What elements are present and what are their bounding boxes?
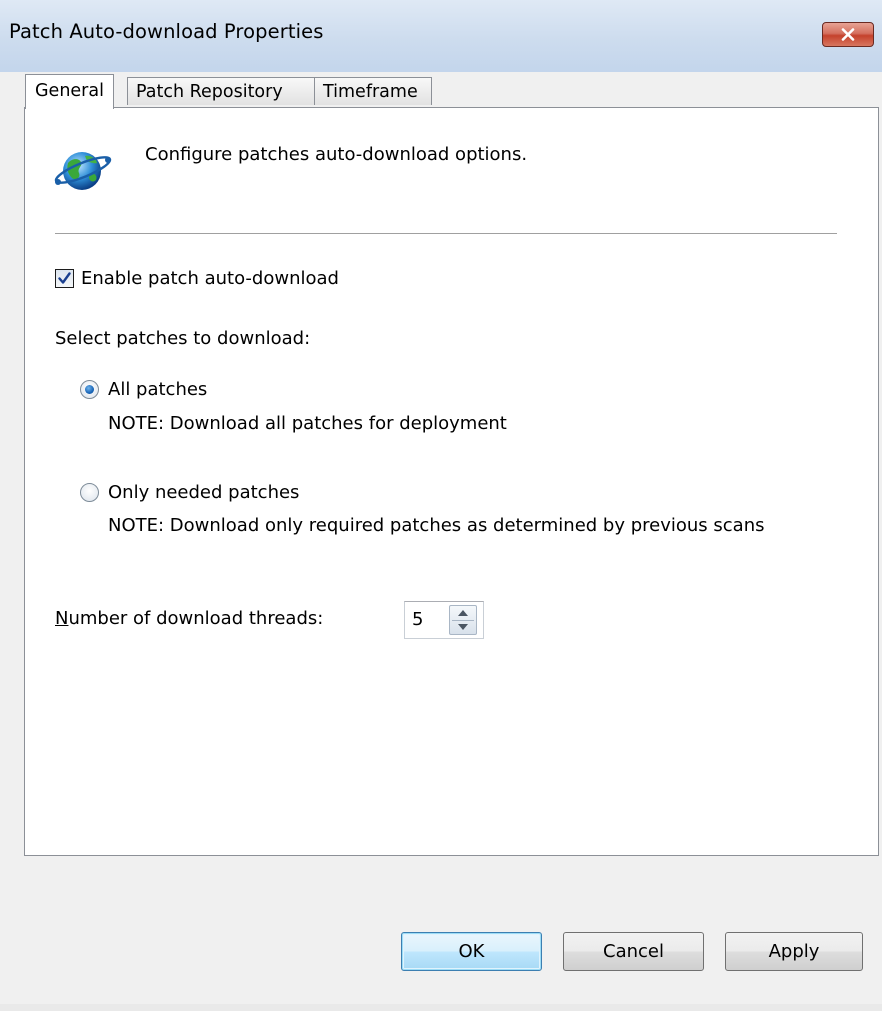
all-patches-label: All patches [108,378,208,400]
globe-network-icon [54,152,112,190]
close-button[interactable] [822,22,874,47]
spinner-down-arrow-icon[interactable] [458,624,468,630]
download-threads-input[interactable] [412,602,442,638]
download-threads-spinner[interactable] [404,601,484,639]
tab-timeframe-label: Timeframe [323,82,418,102]
title-bar[interactable]: Patch Auto-download Properties [0,0,882,72]
tab-timeframe[interactable]: Timeframe [314,77,432,105]
properties-dialog: Patch Auto-download Properties General P… [0,0,882,1011]
intro-text: Configure patches auto-download options. [145,144,528,165]
enable-auto-download-checkbox[interactable]: Enable patch auto-download [55,266,339,290]
download-threads-label-text: umber of download threads: [68,608,324,629]
only-needed-patches-note: NOTE: Download only required patches as … [108,515,765,536]
checkmark-icon [58,271,71,284]
enable-auto-download-label: Enable patch auto-download [81,267,339,289]
radio-button-unselected[interactable] [80,482,99,502]
radio-all-patches[interactable]: All patches [80,377,207,401]
only-needed-patches-label: Only needed patches [108,481,300,503]
cancel-button[interactable]: Cancel [563,932,704,971]
all-patches-note: NOTE: Download all patches for deploymen… [108,413,507,434]
tab-patch-repository-label: Patch Repository [136,82,283,102]
window-title: Patch Auto-download Properties [9,20,324,43]
spinner-buttons[interactable] [449,605,477,635]
tab-general-label: General [35,81,104,101]
section-divider [55,233,837,235]
ok-button[interactable]: OK [401,932,542,971]
radio-button-selected[interactable] [80,379,99,399]
radio-only-needed-patches[interactable]: Only needed patches [80,480,299,504]
tab-patch-repository[interactable]: Patch Repository [127,77,315,105]
download-threads-label: Number of download threads: [55,608,323,629]
download-threads-mnemonic: N [55,608,69,629]
close-x-icon [841,28,855,41]
select-patches-label: Select patches to download: [55,328,311,349]
tab-general[interactable]: General [25,74,114,109]
spinner-up-arrow-icon[interactable] [458,610,468,616]
window-bottom-edge [0,1004,882,1011]
checkbox-box[interactable] [55,268,74,288]
apply-button[interactable]: Apply [725,932,863,971]
